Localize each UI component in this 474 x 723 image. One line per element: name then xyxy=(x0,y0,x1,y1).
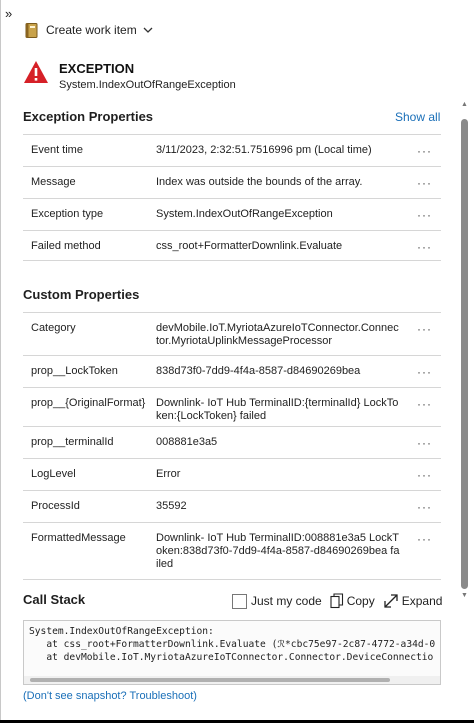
book-icon xyxy=(25,22,38,38)
property-value: Error xyxy=(156,468,181,480)
property-key: Exception type xyxy=(31,208,104,220)
property-row: Message Index was outside the bounds of t… xyxy=(23,166,441,198)
warning-icon xyxy=(24,61,48,83)
chevron-down-icon[interactable] xyxy=(143,25,153,35)
property-row: Failed method css_root+FormatterDownlink.… xyxy=(23,230,441,261)
exception-properties-table: Event time 3/11/2023, 2:32:51.7516996 pm … xyxy=(23,134,441,261)
property-key: Event time xyxy=(31,144,83,156)
just-my-code-checkbox[interactable] xyxy=(232,593,247,609)
exception-details-panel: » Create work item EXCEPTION System.Inde… xyxy=(0,0,474,723)
property-row: ProcessId 35592 ··· xyxy=(23,490,441,522)
property-row: prop__LockToken 838d73f0-7dd9-4f4a-8587-d… xyxy=(23,355,441,387)
property-key: FormattedMessage xyxy=(31,532,126,544)
custom-properties-heading: Custom Properties xyxy=(23,287,140,302)
create-work-item-button[interactable]: Create work item xyxy=(25,21,153,39)
property-value: 3/11/2023, 2:32:51.7516996 pm (Local tim… xyxy=(156,144,372,156)
property-row: prop__terminalId 008881e3a5 ··· xyxy=(23,426,441,458)
row-more-options-button[interactable]: ··· xyxy=(417,532,432,546)
call-stack-line: at devMobile.IoT.MyriotaAzureIoTConnecto… xyxy=(29,652,434,663)
expand-button[interactable]: Expand xyxy=(402,594,443,608)
row-more-options-button[interactable]: ··· xyxy=(417,208,432,222)
call-stack-toolbar: Just my code Copy Expand xyxy=(232,592,442,610)
row-more-options-button[interactable]: ··· xyxy=(417,176,432,190)
row-more-options-button[interactable]: ··· xyxy=(417,436,432,450)
panel-left-border xyxy=(0,0,1,723)
property-value: devMobile.IoT.MyriotaAzureIoTConnector.C… xyxy=(156,322,399,347)
call-stack-heading: Call Stack xyxy=(23,592,86,607)
property-key: prop__{OriginalFormat} xyxy=(31,397,146,409)
property-key: LogLevel xyxy=(31,468,76,480)
exception-title: EXCEPTION xyxy=(59,61,135,76)
property-value: System.IndexOutOfRangeException xyxy=(156,208,333,220)
row-more-options-button[interactable]: ··· xyxy=(417,397,432,411)
property-key: prop__terminalId xyxy=(31,436,114,448)
show-all-link[interactable]: Show all xyxy=(395,110,440,124)
row-more-options-button[interactable]: ··· xyxy=(417,365,432,379)
expand-icon[interactable] xyxy=(383,593,399,609)
property-value: 35592 xyxy=(156,500,187,512)
call-stack-code[interactable]: System.IndexOutOfRangeException: at css_… xyxy=(23,620,441,685)
property-value: Index was outside the bounds of the arra… xyxy=(156,176,363,188)
scrollbar-thumb[interactable] xyxy=(461,119,468,589)
collapse-panel-button[interactable]: » xyxy=(5,6,12,21)
property-row: Event time 3/11/2023, 2:32:51.7516996 pm … xyxy=(23,134,441,166)
scroll-down-arrow-icon[interactable]: ▼ xyxy=(461,592,468,599)
just-my-code-label[interactable]: Just my code xyxy=(251,594,322,608)
create-work-item-label: Create work item xyxy=(46,23,137,37)
troubleshoot-link[interactable]: (Don't see snapshot? Troubleshoot) xyxy=(23,690,197,702)
property-row: Category devMobile.IoT.MyriotaAzureIoTCon… xyxy=(23,312,441,355)
exception-properties-heading: Exception Properties xyxy=(23,109,154,124)
property-value: Downlink- IoT Hub TerminalID:{terminalId… xyxy=(156,397,399,422)
property-row: prop__{OriginalFormat} Downlink- IoT Hub … xyxy=(23,387,441,426)
property-value: Downlink- IoT Hub TerminalID:008881e3a5 … xyxy=(156,532,400,570)
property-value: css_root+FormatterDownlink.Evaluate xyxy=(156,240,343,252)
property-row: FormattedMessage Downlink- IoT Hub Termin… xyxy=(23,522,441,580)
scroll-up-arrow-icon[interactable]: ▲ xyxy=(461,101,468,108)
row-more-options-button[interactable]: ··· xyxy=(417,468,432,482)
row-more-options-button[interactable]: ··· xyxy=(417,240,432,254)
property-row: LogLevel Error ··· xyxy=(23,458,441,490)
property-key: Failed method xyxy=(31,240,101,252)
custom-properties-table: Category devMobile.IoT.MyriotaAzureIoTCon… xyxy=(23,312,441,580)
property-value: 838d73f0-7dd9-4f4a-8587-d84690269bea xyxy=(156,365,361,377)
row-more-options-button[interactable]: ··· xyxy=(417,322,432,336)
property-row: Exception type System.IndexOutOfRangeExce… xyxy=(23,198,441,230)
call-stack-line: at css_root+FormatterDownlink.Evaluate (… xyxy=(29,639,436,650)
property-key: Message xyxy=(31,176,76,188)
copy-button[interactable]: Copy xyxy=(347,594,375,608)
property-key: ProcessId xyxy=(31,500,80,512)
property-key: Category xyxy=(31,322,76,334)
code-horizontal-scrollbar[interactable] xyxy=(24,676,440,684)
row-more-options-button[interactable]: ··· xyxy=(417,144,432,158)
copy-icon[interactable] xyxy=(330,593,344,609)
exception-type: System.IndexOutOfRangeException xyxy=(59,79,236,91)
row-more-options-button[interactable]: ··· xyxy=(417,500,432,514)
property-value: 008881e3a5 xyxy=(156,436,218,448)
code-scrollbar-thumb[interactable] xyxy=(30,678,390,682)
call-stack-line: System.IndexOutOfRangeException: xyxy=(29,626,214,637)
property-key: prop__LockToken xyxy=(31,365,118,377)
